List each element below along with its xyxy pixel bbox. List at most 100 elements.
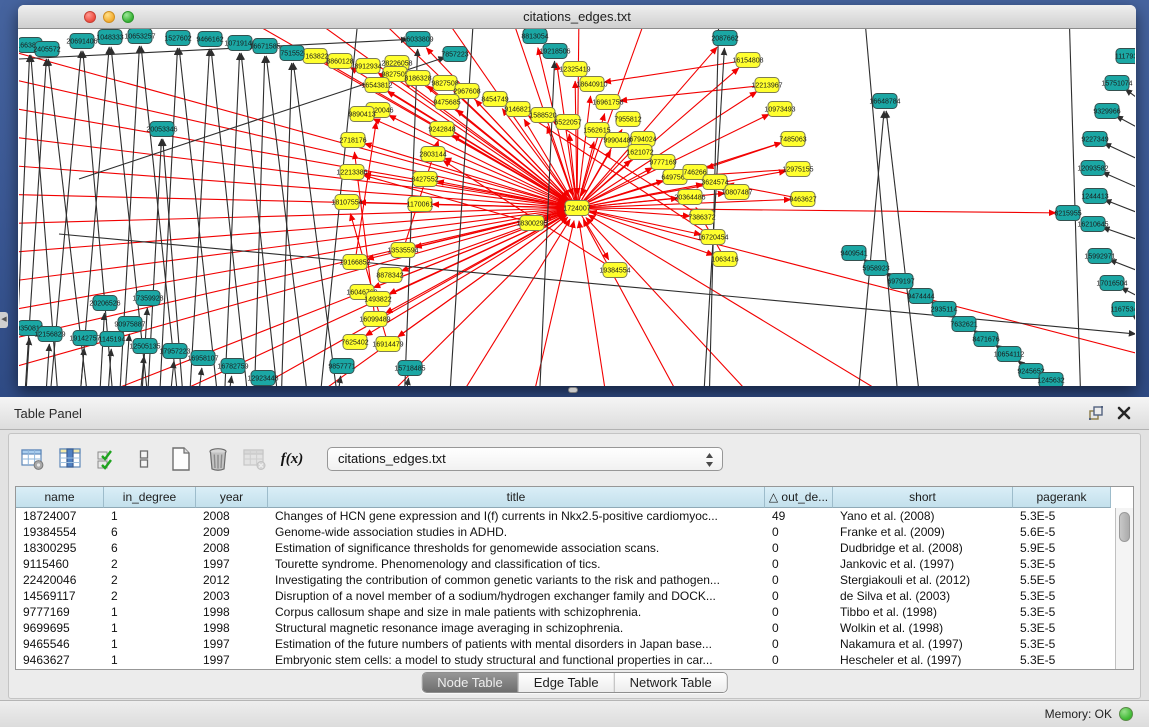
- panel-resize-grip[interactable]: [568, 387, 578, 393]
- column-header-year[interactable]: year: [196, 487, 268, 508]
- table-cell[interactable]: 5.6E-5: [1013, 524, 1111, 540]
- graph-node[interactable]: 19166852: [339, 255, 370, 270]
- graph-node[interactable]: 9242848: [428, 122, 455, 137]
- table-cell[interactable]: 2: [104, 588, 196, 604]
- table-cell[interactable]: 5.3E-5: [1013, 636, 1111, 652]
- graph-node[interactable]: 7857223: [441, 47, 468, 62]
- table-cell[interactable]: Changes of HCN gene expression and I(f) …: [268, 508, 765, 524]
- table-row[interactable]: 911546021997Tourette syndrome. Phenomeno…: [16, 556, 1133, 572]
- graph-node[interactable]: 9475685: [433, 95, 460, 110]
- graph-node[interactable]: 16648784: [869, 94, 900, 109]
- graph-node[interactable]: 20691406: [66, 34, 97, 49]
- table-cell[interactable]: 5.9E-5: [1013, 540, 1111, 556]
- table-cell[interactable]: 2008: [196, 508, 268, 524]
- graph-node[interactable]: 8215955: [1054, 206, 1081, 221]
- table-cell[interactable]: 18724007: [16, 508, 104, 524]
- graph-node[interactable]: 1063416: [711, 252, 738, 267]
- table-cell[interactable]: 0: [765, 540, 833, 556]
- graph-node[interactable]: 12505135: [129, 339, 160, 354]
- table-row[interactable]: 969969511998Structural magnetic resonanc…: [16, 620, 1133, 636]
- table-cell[interactable]: Estimation of the future numbers of pati…: [268, 636, 765, 652]
- graph-node[interactable]: 16958107: [187, 351, 218, 366]
- select-all-icon[interactable]: [93, 445, 121, 473]
- graph-node[interactable]: 1621072: [626, 145, 653, 160]
- graph-node[interactable]: 16543812: [361, 78, 392, 93]
- graph-node[interactable]: 17016504: [1096, 276, 1127, 291]
- graph-node[interactable]: 7485063: [779, 132, 806, 147]
- graph-node[interactable]: 7632621: [950, 317, 977, 332]
- table-cell[interactable]: 0: [765, 652, 833, 668]
- table-cell[interactable]: Disruption of a novel member of a sodium…: [268, 588, 765, 604]
- graph-node[interactable]: 751552: [280, 46, 304, 61]
- table-scrollbar-thumb[interactable]: [1119, 512, 1130, 542]
- graph-node[interactable]: 9466162: [196, 32, 223, 47]
- table-cell[interactable]: 5.5E-5: [1013, 572, 1111, 588]
- tab-edge-table[interactable]: Edge Table: [518, 673, 614, 692]
- graph-node[interactable]: 1724007: [563, 201, 590, 216]
- graph-node[interactable]: 8427552: [411, 172, 438, 187]
- tab-node-table[interactable]: Node Table: [422, 673, 518, 692]
- graph-node[interactable]: 20364486: [674, 190, 705, 205]
- table-cell[interactable]: 19384554: [16, 524, 104, 540]
- graph-node[interactable]: 9857771: [328, 359, 355, 374]
- graph-node[interactable]: 13535594: [387, 243, 418, 258]
- graph-node[interactable]: 9463627: [789, 192, 816, 207]
- table-row[interactable]: 946362711997Embryonic stem cells: a mode…: [16, 652, 1133, 668]
- graph-node[interactable]: 9409541: [840, 246, 867, 261]
- graph-node[interactable]: 9990448: [603, 133, 630, 148]
- graph-node[interactable]: 8454749: [481, 92, 508, 107]
- trash-icon[interactable]: [204, 445, 232, 473]
- table-cell[interactable]: 1: [104, 604, 196, 620]
- table-cell[interactable]: 5.3E-5: [1013, 652, 1111, 668]
- table-cell[interactable]: 9115460: [16, 556, 104, 572]
- graph-node[interactable]: 12923448: [247, 371, 278, 386]
- graph-node[interactable]: 1588520: [529, 108, 556, 123]
- graph-node[interactable]: 15751074: [1101, 76, 1132, 91]
- table-cell[interactable]: 14569117: [16, 588, 104, 604]
- column-header-out_de[interactable]: △ out_de...: [765, 487, 833, 508]
- graph-node[interactable]: 17957223: [159, 344, 190, 359]
- panel-collapse-handle[interactable]: ◀: [0, 312, 8, 328]
- table-cell[interactable]: 5.3E-5: [1013, 620, 1111, 636]
- table-cell[interactable]: Structural magnetic resonance image aver…: [268, 620, 765, 636]
- graph-node[interactable]: 8186328: [404, 71, 431, 86]
- graph-node[interactable]: 90975887: [114, 317, 145, 332]
- graph-node[interactable]: 9474444: [907, 289, 934, 304]
- graph-node[interactable]: 6522057: [554, 115, 581, 130]
- graph-node[interactable]: 18640910: [576, 77, 607, 92]
- graph-node[interactable]: 8860128: [326, 54, 353, 69]
- column-header-in_degree[interactable]: in_degree: [104, 487, 196, 508]
- table-cell[interactable]: 2003: [196, 588, 268, 604]
- table-cell[interactable]: Stergiakouli et al. (2012): [833, 572, 1013, 588]
- graph-node[interactable]: 16210645: [1077, 217, 1108, 232]
- table-cell[interactable]: Jankovic et al. (1997): [833, 556, 1013, 572]
- table-scrollbar[interactable]: [1115, 508, 1133, 669]
- graph-node[interactable]: 7386372: [688, 210, 715, 225]
- graph-node[interactable]: 10653257: [124, 29, 155, 44]
- table-cell[interactable]: 1: [104, 620, 196, 636]
- graph-node[interactable]: 1170061: [407, 197, 434, 212]
- graph-node[interactable]: 1245632: [1037, 373, 1064, 387]
- table-cell[interactable]: 6: [104, 540, 196, 556]
- table-row[interactable]: 1872400712008Changes of HCN gene express…: [16, 508, 1133, 524]
- graph-node[interactable]: 16961758: [592, 95, 623, 110]
- table-cell[interactable]: Yano et al. (2008): [833, 508, 1013, 524]
- table-cell[interactable]: 1998: [196, 604, 268, 620]
- table-cell[interactable]: 0: [765, 588, 833, 604]
- table-cell[interactable]: 9465546: [16, 636, 104, 652]
- graph-node[interactable]: 16033809: [402, 32, 433, 47]
- delete-table-icon[interactable]: [241, 445, 269, 473]
- table-cell[interactable]: 0: [765, 572, 833, 588]
- graph-node[interactable]: 16914479: [372, 337, 403, 352]
- graph-node[interactable]: 15992971: [1084, 249, 1115, 264]
- table-cell[interactable]: 22420046: [16, 572, 104, 588]
- graph-node[interactable]: 1244413: [1081, 189, 1108, 204]
- graph-node[interactable]: 17359928: [132, 291, 163, 306]
- graph-node[interactable]: 16782759: [217, 359, 248, 374]
- graph-node[interactable]: 10807487: [721, 185, 752, 200]
- table-cell[interactable]: 5.3E-5: [1013, 556, 1111, 572]
- graph-node[interactable]: 16154808: [732, 53, 763, 68]
- graph-node[interactable]: 1117934: [1115, 49, 1135, 64]
- row-height-icon[interactable]: [130, 445, 158, 473]
- table-cell[interactable]: 2009: [196, 524, 268, 540]
